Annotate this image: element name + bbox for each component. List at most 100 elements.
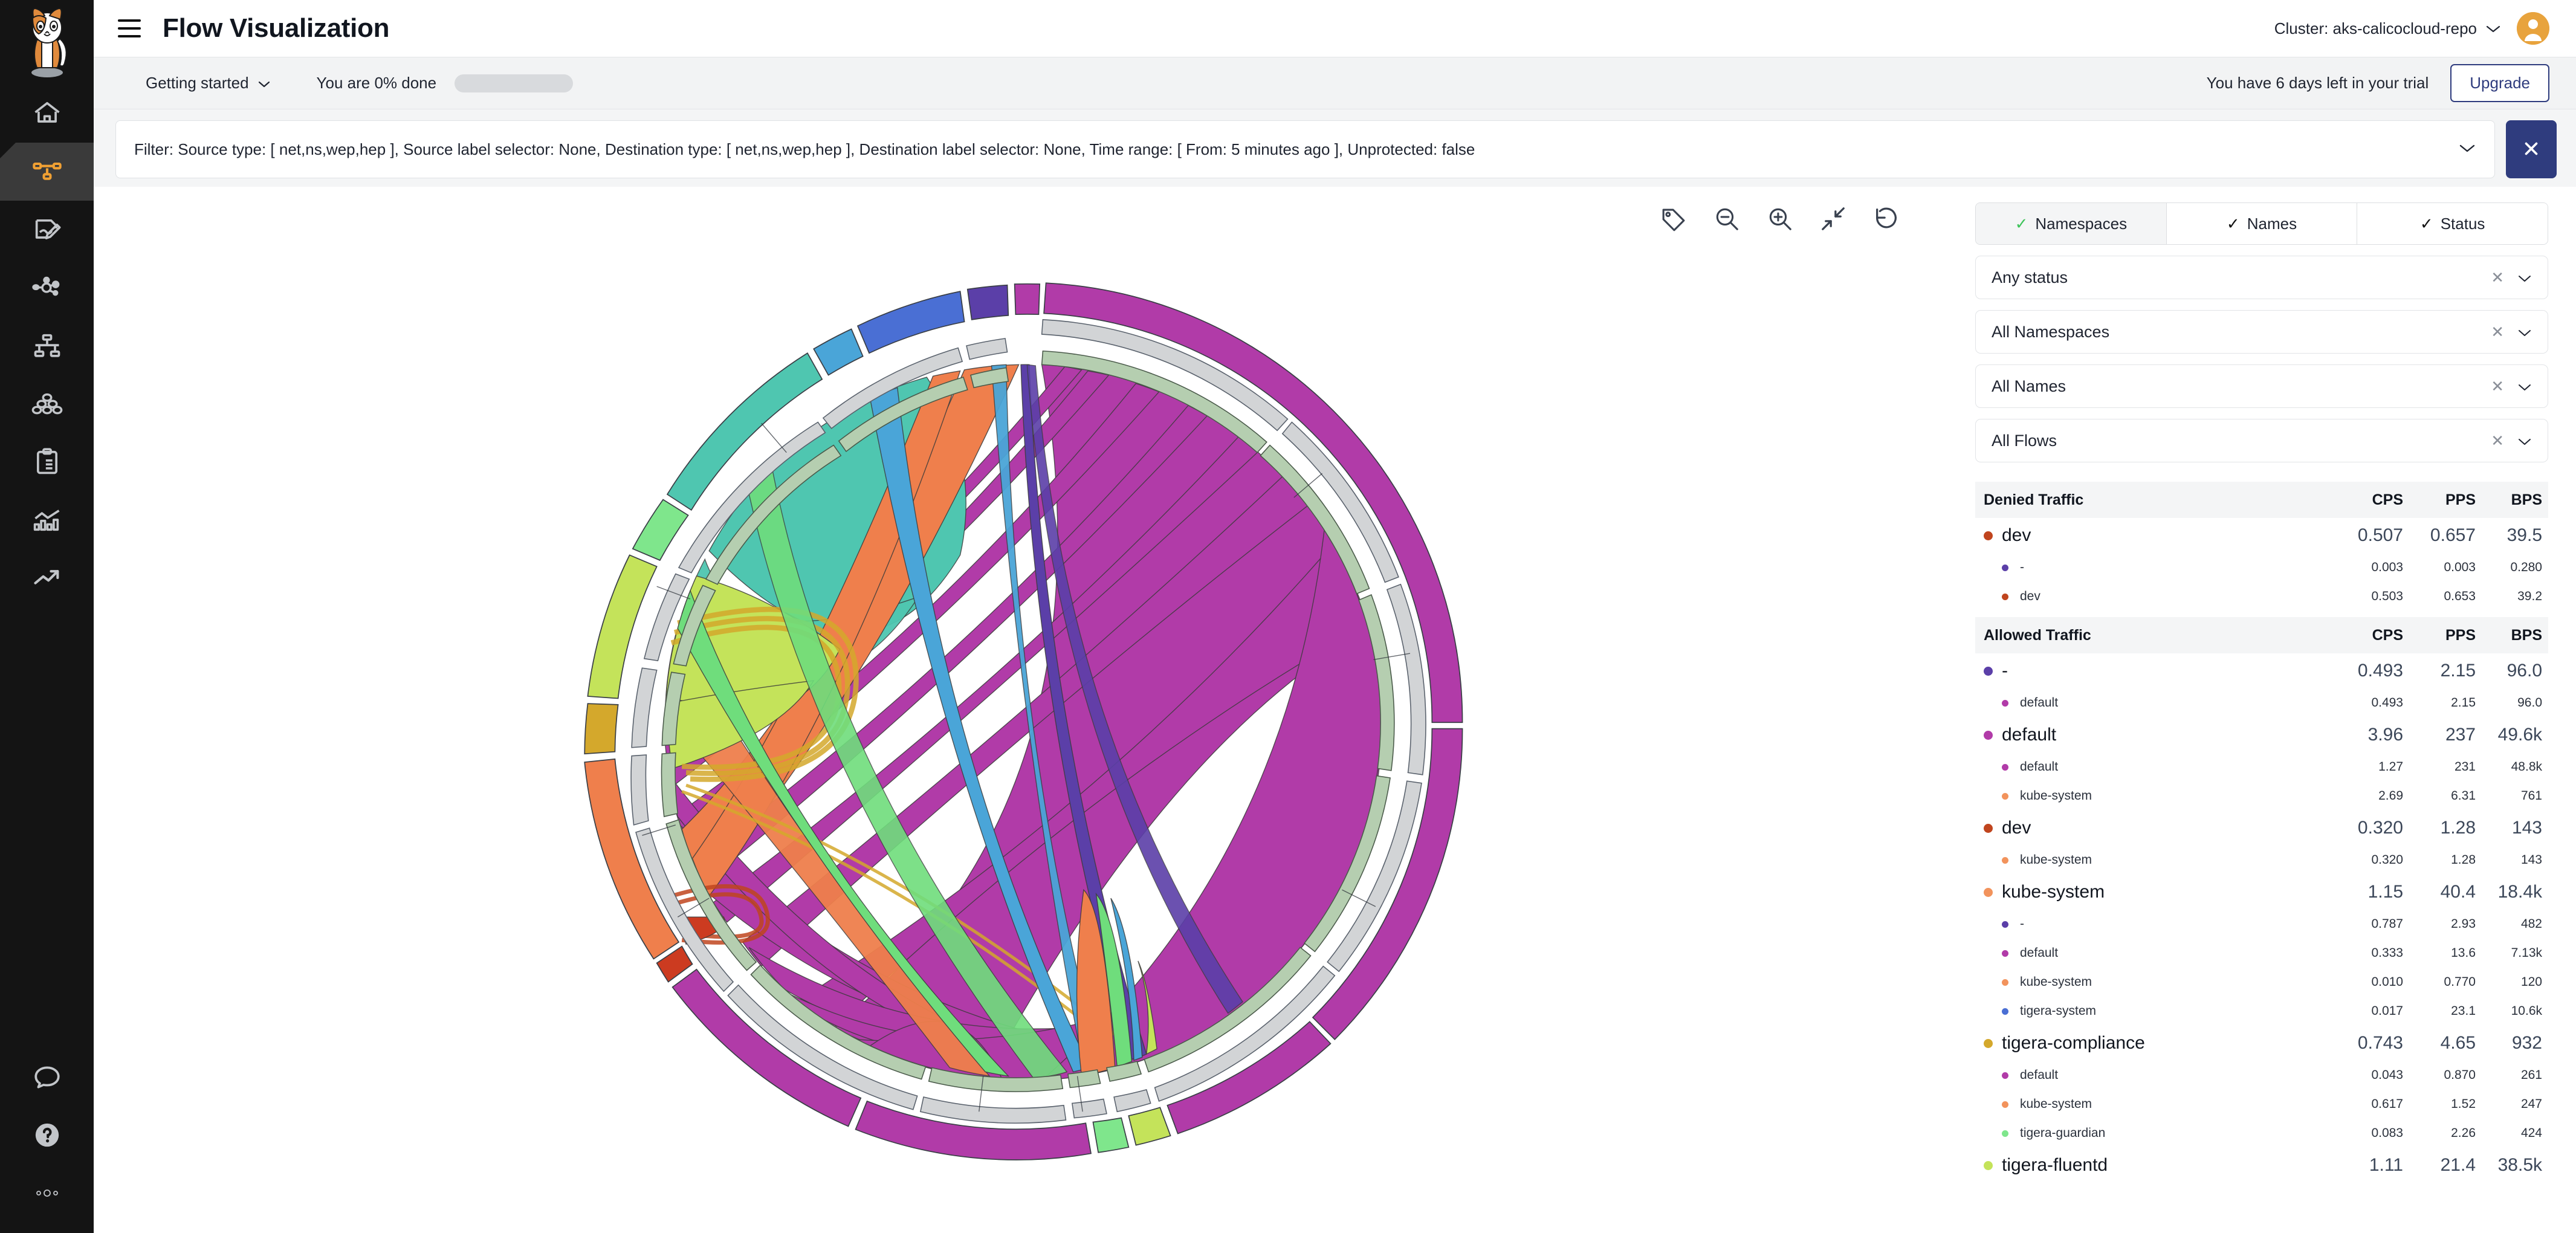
reset-icon[interactable] xyxy=(1872,205,1900,236)
table-subrow[interactable]: kube-system 2.69 6.31 761 xyxy=(1975,782,2548,811)
table-subrow[interactable]: default 1.27 231 48.8k xyxy=(1975,752,2548,782)
chevron-down-icon[interactable] xyxy=(2517,268,2532,287)
table-row[interactable]: kube-system 1.15 40.4 18.4k xyxy=(1975,875,2548,910)
tab-namespaces[interactable]: ✓ Namespaces xyxy=(1976,203,2167,244)
cell-cps: 0.493 xyxy=(2371,696,2403,710)
table-subrow[interactable]: kube-system 0.617 1.52 247 xyxy=(1975,1090,2548,1119)
cell-cps: 0.320 xyxy=(2357,818,2403,838)
row-label: kube-system xyxy=(2020,853,2092,867)
cell-pps: 13.6 xyxy=(2451,946,2476,960)
table-subrow[interactable]: default 0.043 0.870 261 xyxy=(1975,1061,2548,1090)
sidebar-item-service-graph[interactable] xyxy=(0,143,94,201)
sidebar-item-nodes[interactable] xyxy=(0,317,94,375)
close-icon[interactable]: ✕ xyxy=(2491,377,2504,396)
row-label: - xyxy=(2002,661,2008,681)
cell-bps: 7.13k xyxy=(2511,946,2542,960)
table-row[interactable]: tigera-fluentd 1.11 21.4 38.5k xyxy=(1975,1148,2548,1183)
sidebar-item-trends[interactable] xyxy=(0,549,94,607)
table-subrow[interactable]: - 0.003 0.003 0.280 xyxy=(1975,553,2548,582)
cell-cps: 0.503 xyxy=(2371,589,2403,603)
close-filter-button[interactable] xyxy=(2506,120,2557,178)
calico-cat-logo[interactable] xyxy=(0,0,94,85)
fit-to-screen-icon[interactable] xyxy=(1819,205,1847,236)
table-subrow[interactable]: dev 0.503 0.653 39.2 xyxy=(1975,582,2548,611)
namespaces-filter-select[interactable]: All Namespaces ✕ xyxy=(1975,310,2548,354)
close-icon[interactable]: ✕ xyxy=(2491,323,2504,341)
cell-bps: 143 xyxy=(2511,818,2542,838)
service-graph-icon xyxy=(31,156,63,187)
cell-bps: 261 xyxy=(2520,1068,2542,1082)
column-header-pps: PPS xyxy=(2445,626,2476,644)
filter-input[interactable]: Filter: Source type: [ net,ns,wep,hep ],… xyxy=(115,120,2495,178)
zoom-in-icon[interactable] xyxy=(1766,205,1794,236)
filter-text: Filter: Source type: [ net,ns,wep,hep ],… xyxy=(134,140,1475,158)
flow-visualization-canvas[interactable] xyxy=(94,187,1952,1233)
table-row[interactable]: tigera-compliance 0.743 4.65 932 xyxy=(1975,1026,2548,1061)
namespace-color-dot xyxy=(1984,666,2002,676)
table-row[interactable]: - 0.493 2.15 96.0 xyxy=(1975,653,2548,688)
user-avatar-icon[interactable] xyxy=(2517,12,2549,45)
grouping-tabs: ✓ Namespaces ✓ Names ✓ Status xyxy=(1975,202,2548,245)
table-subrow[interactable]: tigera-system 0.017 23.1 10.6k xyxy=(1975,997,2548,1026)
cell-pps: 231 xyxy=(2454,760,2476,774)
cell-cps: 1.27 xyxy=(2378,760,2403,774)
sidebar-item-compliance[interactable] xyxy=(0,433,94,491)
cell-pps: 0.870 xyxy=(2444,1068,2476,1082)
table-subrow[interactable]: tigera-guardian 0.083 2.26 424 xyxy=(1975,1119,2548,1148)
column-header-bps: BPS xyxy=(2511,626,2542,644)
top-bar-right: Cluster: aks-calicocloud-repo xyxy=(2274,12,2549,45)
chevron-down-icon[interactable] xyxy=(2517,432,2532,450)
network-sets-icon xyxy=(31,272,63,303)
cell-bps: 49.6k xyxy=(2497,725,2542,745)
chord-diagram[interactable] xyxy=(94,187,1952,1233)
table-subrow[interactable]: default 0.333 13.6 7.13k xyxy=(1975,939,2548,968)
status-filter-select[interactable]: Any status ✕ xyxy=(1975,256,2548,299)
table-row[interactable]: dev 0.320 1.28 143 xyxy=(1975,811,2548,846)
namespace-color-dot xyxy=(2002,593,2020,600)
column-header-bps: BPS xyxy=(2511,491,2542,508)
sidebar-item-home[interactable] xyxy=(0,85,94,143)
close-icon[interactable]: ✕ xyxy=(2491,432,2504,450)
getting-started-label: Getting started xyxy=(146,74,249,92)
table-title: Denied Traffic xyxy=(1984,491,2084,508)
table-subrow[interactable]: - 0.787 2.93 482 xyxy=(1975,910,2548,939)
home-icon xyxy=(31,98,63,129)
tag-icon[interactable] xyxy=(1660,205,1688,236)
cluster-selector[interactable]: Cluster: aks-calicocloud-repo xyxy=(2274,19,2501,38)
cell-bps: 482 xyxy=(2520,917,2542,931)
upgrade-button[interactable]: Upgrade xyxy=(2450,64,2549,102)
trial-bar: Getting started You are 0% done You have… xyxy=(94,57,2576,109)
namespace-color-dot xyxy=(1984,1160,2002,1170)
names-filter-select[interactable]: All Names ✕ xyxy=(1975,364,2548,408)
hamburger-menu-icon[interactable] xyxy=(118,15,146,42)
close-icon[interactable]: ✕ xyxy=(2491,268,2504,287)
tab-names[interactable]: ✓ Names xyxy=(2166,203,2358,244)
cell-pps: 1.52 xyxy=(2451,1097,2476,1111)
table-subrow[interactable]: kube-system 0.010 0.770 120 xyxy=(1975,968,2548,997)
table-row[interactable]: dev 0.507 0.657 39.5 xyxy=(1975,518,2548,553)
cell-cps: 0.043 xyxy=(2371,1068,2403,1082)
sidebar-item-more[interactable] xyxy=(0,1164,94,1222)
chevron-down-icon[interactable] xyxy=(2458,143,2476,157)
sidebar-item-dashboards[interactable] xyxy=(0,491,94,549)
cell-pps: 0.003 xyxy=(2444,560,2476,574)
namespace-color-dot xyxy=(2002,856,2020,864)
chevron-down-icon xyxy=(257,74,271,92)
cell-bps: 96.0 xyxy=(2517,696,2542,710)
namespace-color-dot xyxy=(2002,950,2020,957)
sidebar-item-policies[interactable] xyxy=(0,201,94,259)
table-subrow[interactable]: kube-system 0.320 1.28 143 xyxy=(1975,846,2548,875)
sidebar-item-feedback[interactable] xyxy=(0,1048,94,1106)
cell-cps: 0.617 xyxy=(2371,1097,2403,1111)
sidebar-item-endpoints[interactable] xyxy=(0,375,94,433)
table-subrow[interactable]: default 0.493 2.15 96.0 xyxy=(1975,688,2548,717)
table-row[interactable]: default 3.96 237 49.6k xyxy=(1975,717,2548,752)
chevron-down-icon[interactable] xyxy=(2517,377,2532,396)
sidebar-item-network-sets[interactable] xyxy=(0,259,94,317)
flows-filter-select[interactable]: All Flows ✕ xyxy=(1975,419,2548,462)
chevron-down-icon[interactable] xyxy=(2517,323,2532,341)
tab-status[interactable]: ✓ Status xyxy=(2357,203,2548,244)
sidebar-item-help[interactable] xyxy=(0,1106,94,1164)
getting-started-dropdown[interactable]: Getting started xyxy=(146,74,271,92)
zoom-out-icon[interactable] xyxy=(1713,205,1741,236)
